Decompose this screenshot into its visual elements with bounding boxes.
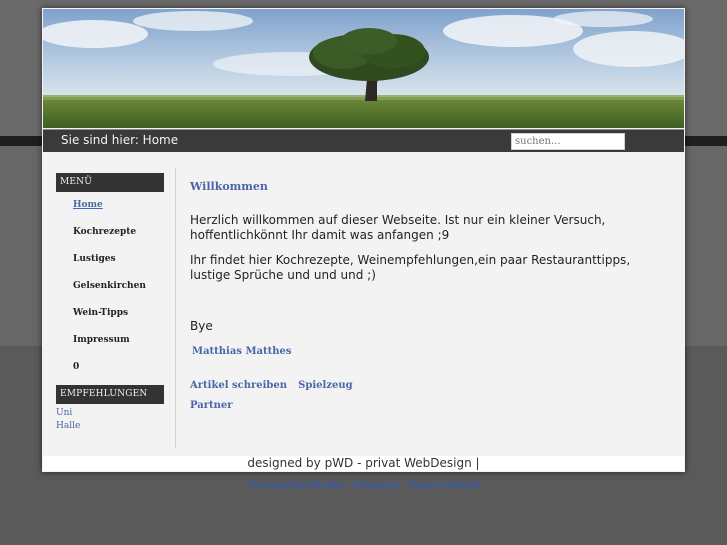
toys-link[interactable]: Spielzeug — [298, 380, 352, 391]
bottom-link-tapeverband[interactable]: Tapeverband — [408, 480, 480, 491]
sidebar-item-wein-tipps[interactable]: Wein-Tipps — [56, 300, 164, 327]
description-paragraph: Ihr findet hier Kochrezepte, Weinempfehl… — [190, 253, 631, 282]
sidebar: MENÜ Home Kochrezepte Lustiges Gelsenkir… — [56, 173, 164, 433]
sidebar-item-impressum[interactable]: Impressum — [56, 327, 164, 354]
partner-link[interactable]: Partner — [190, 400, 233, 411]
bottom-links: Versandapotheke Einspray Tapeverband — [0, 480, 727, 491]
author-link[interactable]: Matthias Matthes — [192, 346, 292, 357]
sidebar-item-gelsenkirchen[interactable]: Gelsenkirchen — [56, 273, 164, 300]
tree-landscape-image — [43, 9, 684, 128]
bottom-link-versandapotheke[interactable]: Versandapotheke — [248, 480, 345, 491]
sidebar-item-0[interactable]: 0 — [56, 354, 164, 381]
header-banner-image — [43, 9, 684, 128]
menu-list: Home Kochrezepte Lustiges Gelsenkirchen … — [56, 192, 164, 381]
recommendations-list: Uni Halle — [56, 404, 164, 433]
footer: designed by pWD - privat WebDesign | — [43, 456, 684, 471]
page-title: Willkommen — [190, 180, 268, 193]
recommendation-link-halle[interactable]: Halle — [56, 420, 164, 433]
recommendations-heading: EMPFEHLUNGEN — [56, 385, 164, 404]
sidebar-item-home[interactable]: Home — [56, 192, 164, 219]
breadcrumb-bar: Sie sind hier: Home — [43, 129, 684, 152]
menu-heading: MENÜ — [56, 173, 164, 192]
footer-credit: designed by pWD - privat WebDesign | — [247, 456, 480, 470]
write-article-link[interactable]: Artikel schreiben — [190, 380, 287, 391]
bottom-link-einspray[interactable]: Einspray — [352, 480, 401, 491]
sidebar-item-lustiges[interactable]: Lustiges — [56, 246, 164, 273]
breadcrumb: Sie sind hier: Home — [61, 133, 179, 147]
article-links: Artikel schreiben Spielzeug — [190, 373, 353, 392]
page-container: Sie sind hier: Home MENÜ Home Kochrezept… — [42, 8, 685, 472]
recommendation-link-uni[interactable]: Uni — [56, 407, 164, 420]
search-input[interactable] — [511, 133, 625, 150]
closing-text: Bye — [190, 319, 213, 333]
content-area: MENÜ Home Kochrezepte Lustiges Gelsenkir… — [43, 158, 684, 454]
intro-paragraph: Herzlich willkommen auf dieser Webseite.… — [190, 213, 606, 242]
column-divider — [175, 168, 176, 448]
sidebar-item-kochrezepte[interactable]: Kochrezepte — [56, 219, 164, 246]
